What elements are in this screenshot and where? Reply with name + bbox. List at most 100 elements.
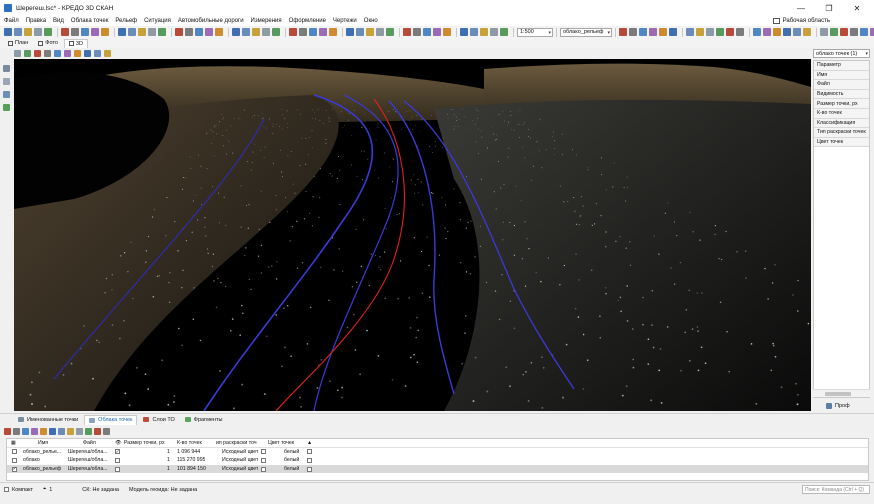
table-cell[interactable] <box>307 465 312 474</box>
minimize-button[interactable]: — <box>790 0 812 16</box>
cloud-list-tool-icon[interactable] <box>13 427 20 435</box>
layer-tool-icon[interactable] <box>3 78 10 85</box>
table-cell[interactable] <box>307 448 312 457</box>
toolbar-tool-icon[interactable] <box>185 28 193 36</box>
tab-cloud-layers[interactable]: Слои ТО <box>139 415 178 425</box>
toolbar-tool-icon[interactable] <box>356 28 364 36</box>
prop-row-file[interactable]: Файл <box>814 80 869 90</box>
viewport-tool-icon[interactable] <box>14 50 21 57</box>
visibility-checkbox[interactable] <box>115 457 120 463</box>
menu-edit[interactable]: Правка <box>26 18 46 24</box>
table-cell[interactable] <box>115 456 120 465</box>
toolbar-tool-icon[interactable] <box>726 28 734 36</box>
viewport-tool-icon[interactable] <box>84 50 91 57</box>
toolbar-tool-icon[interactable] <box>366 28 374 36</box>
table-cell[interactable] <box>115 465 120 474</box>
toolbar-tool-icon[interactable] <box>61 28 69 36</box>
prop-row-point-size[interactable]: Размер точки, px <box>814 99 869 109</box>
cloud-list-tool-icon[interactable] <box>103 427 110 435</box>
col-point-color[interactable]: Цвет точек <box>268 439 294 448</box>
toolbar-tool-icon[interactable] <box>148 28 156 36</box>
toolbar-tool-icon[interactable] <box>639 28 647 36</box>
select-tool-icon[interactable] <box>3 65 10 72</box>
toolbar-tool-icon[interactable] <box>319 28 327 36</box>
command-search-input[interactable]: Поиск: Команда (Ctrl + Q) <box>802 485 870 494</box>
toolbar-tool-icon[interactable] <box>413 28 421 36</box>
toolbar-tool-icon[interactable] <box>232 28 240 36</box>
viewport-tool-icon[interactable] <box>94 50 101 57</box>
toolbar-tool-icon[interactable] <box>329 28 337 36</box>
coloring-checkbox[interactable] <box>261 457 266 463</box>
toolbar-tool-icon[interactable] <box>403 28 411 36</box>
toolbar-tool-icon[interactable] <box>195 28 203 36</box>
viewport-tool-icon[interactable] <box>104 50 111 57</box>
cloud-list-tool-icon[interactable] <box>4 427 11 435</box>
toolbar-tool-icon[interactable] <box>753 28 761 36</box>
toolbar-tool-icon[interactable] <box>820 28 828 36</box>
toolbar-tool-icon[interactable] <box>289 28 297 36</box>
menu-drawings[interactable]: Чертежи <box>333 18 357 24</box>
col-point-size[interactable]: Размер точки, px <box>124 439 165 448</box>
toolbar-tool-icon[interactable] <box>299 28 307 36</box>
menu-measurements[interactable]: Измерения <box>251 18 282 24</box>
toolbar-tool-icon[interactable] <box>649 28 657 36</box>
snap-indicator[interactable]: ⌖ 1 <box>43 486 52 493</box>
toolbar-tool-icon[interactable] <box>128 28 136 36</box>
visibility-checkbox[interactable] <box>115 449 120 455</box>
measure-tool-icon[interactable] <box>3 104 10 111</box>
cloud-list-tool-icon[interactable] <box>58 427 65 435</box>
cloud-list-tool-icon[interactable] <box>31 427 38 435</box>
toolbar-tool-icon[interactable] <box>138 28 146 36</box>
cloud-list-tool-icon[interactable] <box>85 427 92 435</box>
prop-row-visibility[interactable]: Видимость <box>814 89 869 100</box>
row-checkbox[interactable] <box>12 466 17 472</box>
toolbar-tool-icon[interactable] <box>205 28 213 36</box>
toolbar-tool-icon[interactable] <box>71 28 79 36</box>
toolbar-tool-icon[interactable] <box>706 28 714 36</box>
toolbar-tool-icon[interactable] <box>4 28 12 36</box>
prop-row-point-count[interactable]: К-во точек <box>814 108 869 119</box>
col-file[interactable]: Файл <box>83 439 96 448</box>
table-cell[interactable] <box>261 465 266 474</box>
toolbar-tool-icon[interactable] <box>686 28 694 36</box>
viewport-tool-icon[interactable] <box>24 50 31 57</box>
toolbar-tool-icon[interactable] <box>783 28 791 36</box>
cloud-list-tool-icon[interactable] <box>49 427 56 435</box>
row-checkbox[interactable] <box>12 457 17 463</box>
scale-select[interactable]: 1:500 ▾ <box>517 27 553 37</box>
prop-row-point-color[interactable]: Цвет точек <box>814 137 869 148</box>
toolbar-tool-icon[interactable] <box>175 28 183 36</box>
menu-file[interactable]: Файл <box>4 18 19 24</box>
toolbar-tool-icon[interactable] <box>850 28 858 36</box>
toolbar-tool-icon[interactable] <box>433 28 441 36</box>
viewport-tool-icon[interactable] <box>44 50 51 57</box>
toolbar-tool-icon[interactable] <box>840 28 848 36</box>
cloud-list-tool-icon[interactable] <box>67 427 74 435</box>
toolbar-tool-icon[interactable] <box>215 28 223 36</box>
table-cell[interactable] <box>12 456 17 465</box>
node-tool-icon[interactable] <box>3 91 10 98</box>
toolbar-tool-icon[interactable] <box>118 28 126 36</box>
3d-viewport[interactable] <box>14 59 811 411</box>
toolbar-tool-icon[interactable] <box>803 28 811 36</box>
toolbar-tool-icon[interactable] <box>860 28 868 36</box>
toolbar-tool-icon[interactable] <box>736 28 744 36</box>
relief-checkbox[interactable] <box>307 449 312 455</box>
tab-3d[interactable]: 3D <box>63 38 88 48</box>
table-row[interactable]: облако_релье... Шерегеш/обла... 1 1 096 944… <box>7 448 868 457</box>
properties-scrollbar[interactable] <box>813 389 870 397</box>
tab-named-points[interactable]: Именованные точки <box>14 415 82 425</box>
scrollbar-thumb[interactable] <box>825 392 851 396</box>
coloring-checkbox[interactable] <box>261 466 266 472</box>
coloring-checkbox[interactable] <box>261 449 266 455</box>
toolbar-tool-icon[interactable] <box>793 28 801 36</box>
toolbar-tool-icon[interactable] <box>346 28 354 36</box>
toolbar-tool-icon[interactable] <box>870 28 874 36</box>
toolbar-tool-icon[interactable] <box>158 28 166 36</box>
table-cell[interactable] <box>12 465 17 474</box>
relief-checkbox[interactable] <box>307 466 312 472</box>
table-cell[interactable] <box>307 456 312 465</box>
toolbar-tool-icon[interactable] <box>669 28 677 36</box>
menu-situation[interactable]: Ситуация <box>144 18 171 24</box>
viewport-tool-icon[interactable] <box>74 50 81 57</box>
